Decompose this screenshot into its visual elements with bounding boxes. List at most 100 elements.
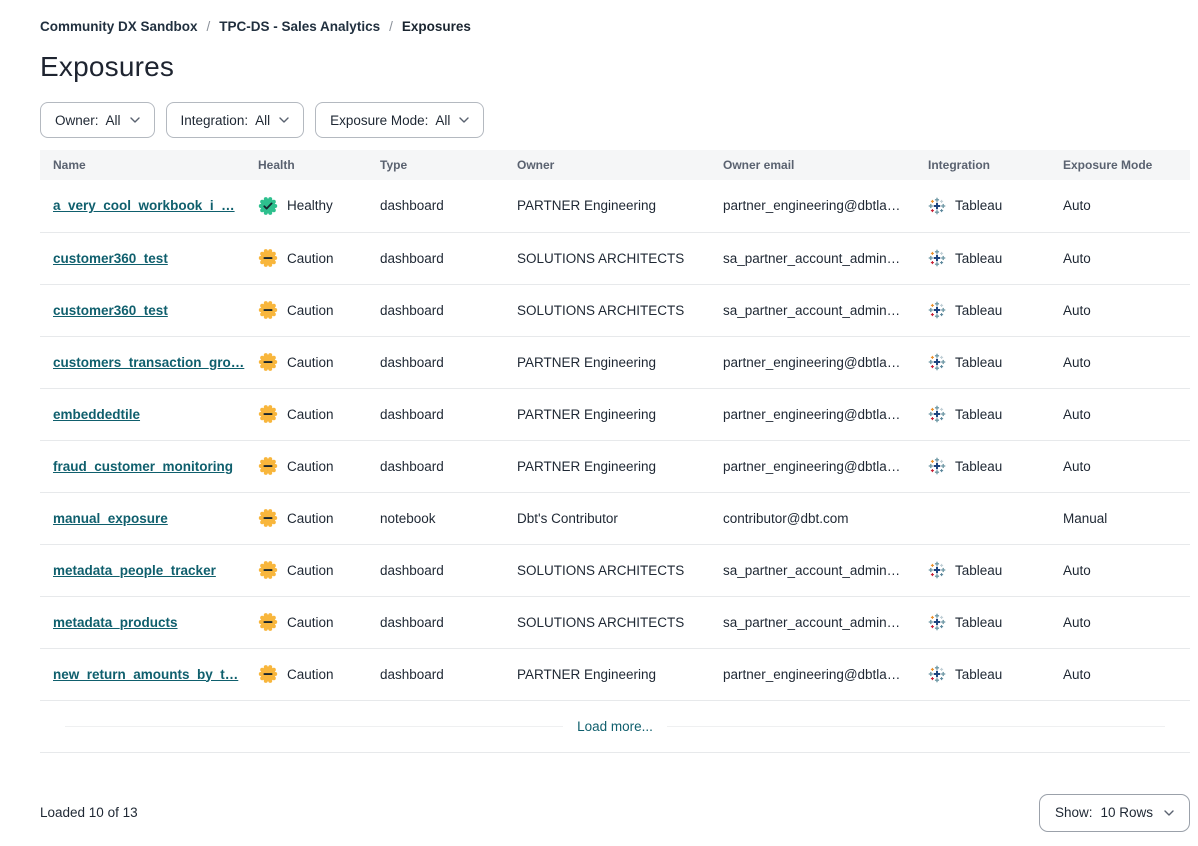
table-footer: Loaded 10 of 13 Show: 10 Rows <box>40 794 1190 832</box>
integration-filter-value: All <box>255 113 270 128</box>
integration-label: Tableau <box>955 667 1002 682</box>
integration-filter[interactable]: Integration: All <box>166 102 305 138</box>
exposure-mode-cell: Auto <box>1050 284 1190 336</box>
owner-email-cell: partner_engineering@dbtla… <box>710 388 915 440</box>
exposure-mode-cell: Auto <box>1050 180 1190 232</box>
table-row: customers_transaction_gro… Caution dashb… <box>40 336 1190 388</box>
exposure-name-link[interactable]: a_very_cool_workbook_i_… <box>53 198 235 213</box>
show-rows-dropdown[interactable]: Show: 10 Rows <box>1039 794 1190 832</box>
integration-label: Tableau <box>955 198 1002 213</box>
tableau-icon <box>928 665 946 683</box>
exposure-mode-cell: Auto <box>1050 544 1190 596</box>
minus-seal-icon <box>258 560 278 580</box>
breadcrumb-item-account[interactable]: Community DX Sandbox <box>40 19 198 34</box>
exposure-name-link[interactable]: embeddedtile <box>53 407 140 422</box>
column-header-integration: Integration <box>915 150 1050 180</box>
integration-label: Tableau <box>955 459 1002 474</box>
integration-label: Tableau <box>955 615 1002 630</box>
owner-cell: SOLUTIONS ARCHITECTS <box>504 284 710 336</box>
filter-bar: Owner: All Integration: All Exposure Mod… <box>40 102 1190 138</box>
exposures-table: Name Health Type Owner Owner email Integ… <box>40 150 1190 701</box>
chevron-down-icon <box>459 117 469 123</box>
tableau-icon <box>928 405 946 423</box>
owner-cell: PARTNER Engineering <box>504 388 710 440</box>
exposure-name-link[interactable]: metadata_people_tracker <box>53 563 216 578</box>
exposure-name-link[interactable]: customer360_test <box>53 303 168 318</box>
tableau-icon <box>928 457 946 475</box>
owner-email-cell: contributor@dbt.com <box>710 492 915 544</box>
table-row: a_very_cool_workbook_i_… Healthy dashboa… <box>40 180 1190 232</box>
owner-email-cell: partner_engineering@dbtla… <box>710 440 915 492</box>
exposure-mode-filter-label: Exposure Mode: <box>330 113 428 128</box>
breadcrumb-item-current: Exposures <box>402 19 471 34</box>
type-cell: dashboard <box>367 232 504 284</box>
tableau-icon <box>928 613 946 631</box>
exposure-mode-cell: Auto <box>1050 648 1190 700</box>
owner-filter-label: Owner: <box>55 113 99 128</box>
owner-cell: PARTNER Engineering <box>504 336 710 388</box>
breadcrumb-separator: / <box>389 19 393 34</box>
check-seal-icon <box>258 196 278 216</box>
type-cell: dashboard <box>367 440 504 492</box>
table-row: customer360_test Caution dashboard SOLUT… <box>40 232 1190 284</box>
integration-label: Tableau <box>955 303 1002 318</box>
owner-cell: SOLUTIONS ARCHITECTS <box>504 596 710 648</box>
exposure-mode-cell: Auto <box>1050 336 1190 388</box>
breadcrumb-item-project[interactable]: TPC-DS - Sales Analytics <box>219 19 380 34</box>
column-header-type: Type <box>367 150 504 180</box>
exposure-name-link[interactable]: fraud_customer_monitoring <box>53 459 233 474</box>
health-label: Caution <box>287 355 334 370</box>
owner-email-cell: sa_partner_account_admin… <box>710 596 915 648</box>
column-header-name: Name <box>40 150 245 180</box>
exposures-page: Community DX Sandbox / TPC-DS - Sales An… <box>0 0 1198 832</box>
integration-label: Tableau <box>955 563 1002 578</box>
column-header-exposure-mode: Exposure Mode <box>1050 150 1190 180</box>
health-label: Healthy <box>287 198 333 213</box>
health-label: Caution <box>287 303 334 318</box>
exposure-name-link[interactable]: customers_transaction_gro… <box>53 355 244 370</box>
exposure-mode-filter[interactable]: Exposure Mode: All <box>315 102 484 138</box>
exposure-mode-cell: Auto <box>1050 232 1190 284</box>
owner-cell: PARTNER Engineering <box>504 648 710 700</box>
owner-cell: PARTNER Engineering <box>504 440 710 492</box>
owner-filter[interactable]: Owner: All <box>40 102 155 138</box>
exposure-mode-cell: Auto <box>1050 440 1190 492</box>
exposure-name-link[interactable]: metadata_products <box>53 615 178 630</box>
load-more-link[interactable]: Load more... <box>577 719 653 734</box>
owner-email-cell: sa_partner_account_admin… <box>710 232 915 284</box>
health-label: Caution <box>287 615 334 630</box>
exposure-mode-filter-value: All <box>435 113 450 128</box>
page-title: Exposures <box>40 51 1190 83</box>
exposure-mode-cell: Manual <box>1050 492 1190 544</box>
owner-cell: Dbt's Contributor <box>504 492 710 544</box>
type-cell: dashboard <box>367 284 504 336</box>
minus-seal-icon <box>258 248 278 268</box>
show-rows-value: 10 Rows <box>1100 805 1153 820</box>
exposure-mode-cell: Auto <box>1050 596 1190 648</box>
chevron-down-icon <box>1164 810 1174 816</box>
column-header-owner: Owner <box>504 150 710 180</box>
owner-cell: SOLUTIONS ARCHITECTS <box>504 232 710 284</box>
type-cell: dashboard <box>367 596 504 648</box>
tableau-icon <box>928 353 946 371</box>
table-row: metadata_products Caution dashboard SOLU… <box>40 596 1190 648</box>
owner-email-cell: sa_partner_account_admin… <box>710 544 915 596</box>
exposure-name-link[interactable]: customer360_test <box>53 251 168 266</box>
exposure-name-link[interactable]: manual_exposure <box>53 511 168 526</box>
chevron-down-icon <box>279 117 289 123</box>
tableau-icon <box>928 561 946 579</box>
table-header-row: Name Health Type Owner Owner email Integ… <box>40 150 1190 180</box>
exposure-name-link[interactable]: new_return_amounts_by_t… <box>53 667 238 682</box>
owner-email-cell: sa_partner_account_admin… <box>710 284 915 336</box>
breadcrumb-separator: / <box>207 19 211 34</box>
integration-label: Tableau <box>955 251 1002 266</box>
health-label: Caution <box>287 667 334 682</box>
table-row: embeddedtile Caution dashboard PARTNER E… <box>40 388 1190 440</box>
owner-email-cell: partner_engineering@dbtla… <box>710 336 915 388</box>
minus-seal-icon <box>258 612 278 632</box>
minus-seal-icon <box>258 404 278 424</box>
minus-seal-icon <box>258 456 278 476</box>
owner-filter-value: All <box>106 113 121 128</box>
loaded-status: Loaded 10 of 13 <box>40 805 138 820</box>
owner-cell: SOLUTIONS ARCHITECTS <box>504 544 710 596</box>
